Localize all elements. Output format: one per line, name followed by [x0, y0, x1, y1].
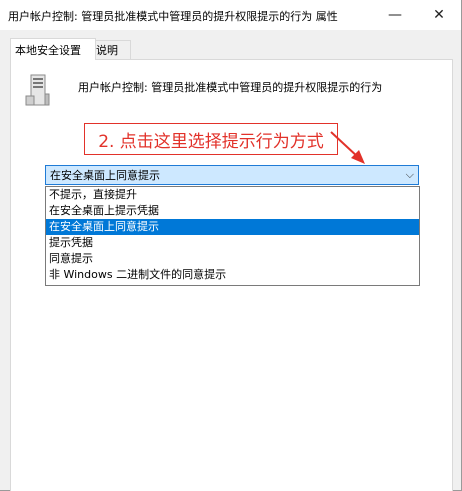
option-label: 同意提示	[49, 252, 93, 265]
policy-name: 用户帐户控制: 管理员批准模式中管理员的提升权限提示的行为	[78, 81, 383, 94]
annotation-text: 2. 点击这里选择提示行为方式	[98, 131, 324, 152]
title-bar[interactable]: 用户帐户控制: 管理员批准模式中管理员的提升权限提示的行为 属性 — ✕	[0, 0, 461, 30]
option-label: 非 Windows 二进制文件的同意提示	[49, 268, 227, 281]
tab-label: 说明	[96, 44, 118, 57]
option-label: 在安全桌面上同意提示	[49, 220, 159, 233]
dropdown-option[interactable]: 不提示，直接提升	[46, 187, 419, 203]
option-label: 在安全桌面上提示凭据	[49, 204, 159, 217]
tab-explain[interactable]: 说明	[91, 40, 131, 59]
dropdown-option[interactable]: 提示凭据	[46, 235, 419, 251]
dropdown-option[interactable]: 在安全桌面上提示凭据	[46, 203, 419, 219]
close-button[interactable]: ✕	[417, 0, 461, 30]
properties-window: 用户帐户控制: 管理员批准模式中管理员的提升权限提示的行为 属性 — ✕ 本地安…	[0, 0, 462, 491]
minimize-icon: —	[388, 7, 402, 23]
tab-strip: 本地安全设置 说明	[10, 38, 450, 60]
dropdown-option[interactable]: 非 Windows 二进制文件的同意提示	[46, 267, 419, 283]
dropdown-list: 不提示，直接提升 在安全桌面上提示凭据 在安全桌面上同意提示 提示凭据 同意提示…	[45, 186, 420, 286]
dropdown-option[interactable]: 同意提示	[46, 251, 419, 267]
annotation-callout: 2. 点击这里选择提示行为方式	[84, 123, 338, 155]
chevron-down-icon[interactable]: ⌵	[406, 168, 414, 182]
option-label: 不提示，直接提升	[49, 188, 137, 201]
dropdown-option-selected[interactable]: 在安全桌面上同意提示	[46, 219, 419, 235]
window-title: 用户帐户控制: 管理员批准模式中管理员的提升权限提示的行为 属性	[8, 10, 338, 23]
minimize-button[interactable]: —	[373, 0, 417, 30]
close-icon: ✕	[433, 7, 445, 23]
tab-label: 本地安全设置	[15, 43, 81, 57]
option-label: 提示凭据	[49, 236, 93, 249]
annotation-arrow-icon	[330, 131, 365, 164]
tab-panel: 用户帐户控制: 管理员批准模式中管理员的提升权限提示的行为 2. 点击这里选择提…	[10, 59, 453, 491]
server-icon	[25, 74, 50, 106]
prompt-behavior-select[interactable]: 在安全桌面上同意提示 ⌵	[45, 165, 419, 185]
select-value: 在安全桌面上同意提示	[50, 169, 160, 182]
tab-local-security-setting[interactable]: 本地安全设置	[10, 38, 96, 60]
